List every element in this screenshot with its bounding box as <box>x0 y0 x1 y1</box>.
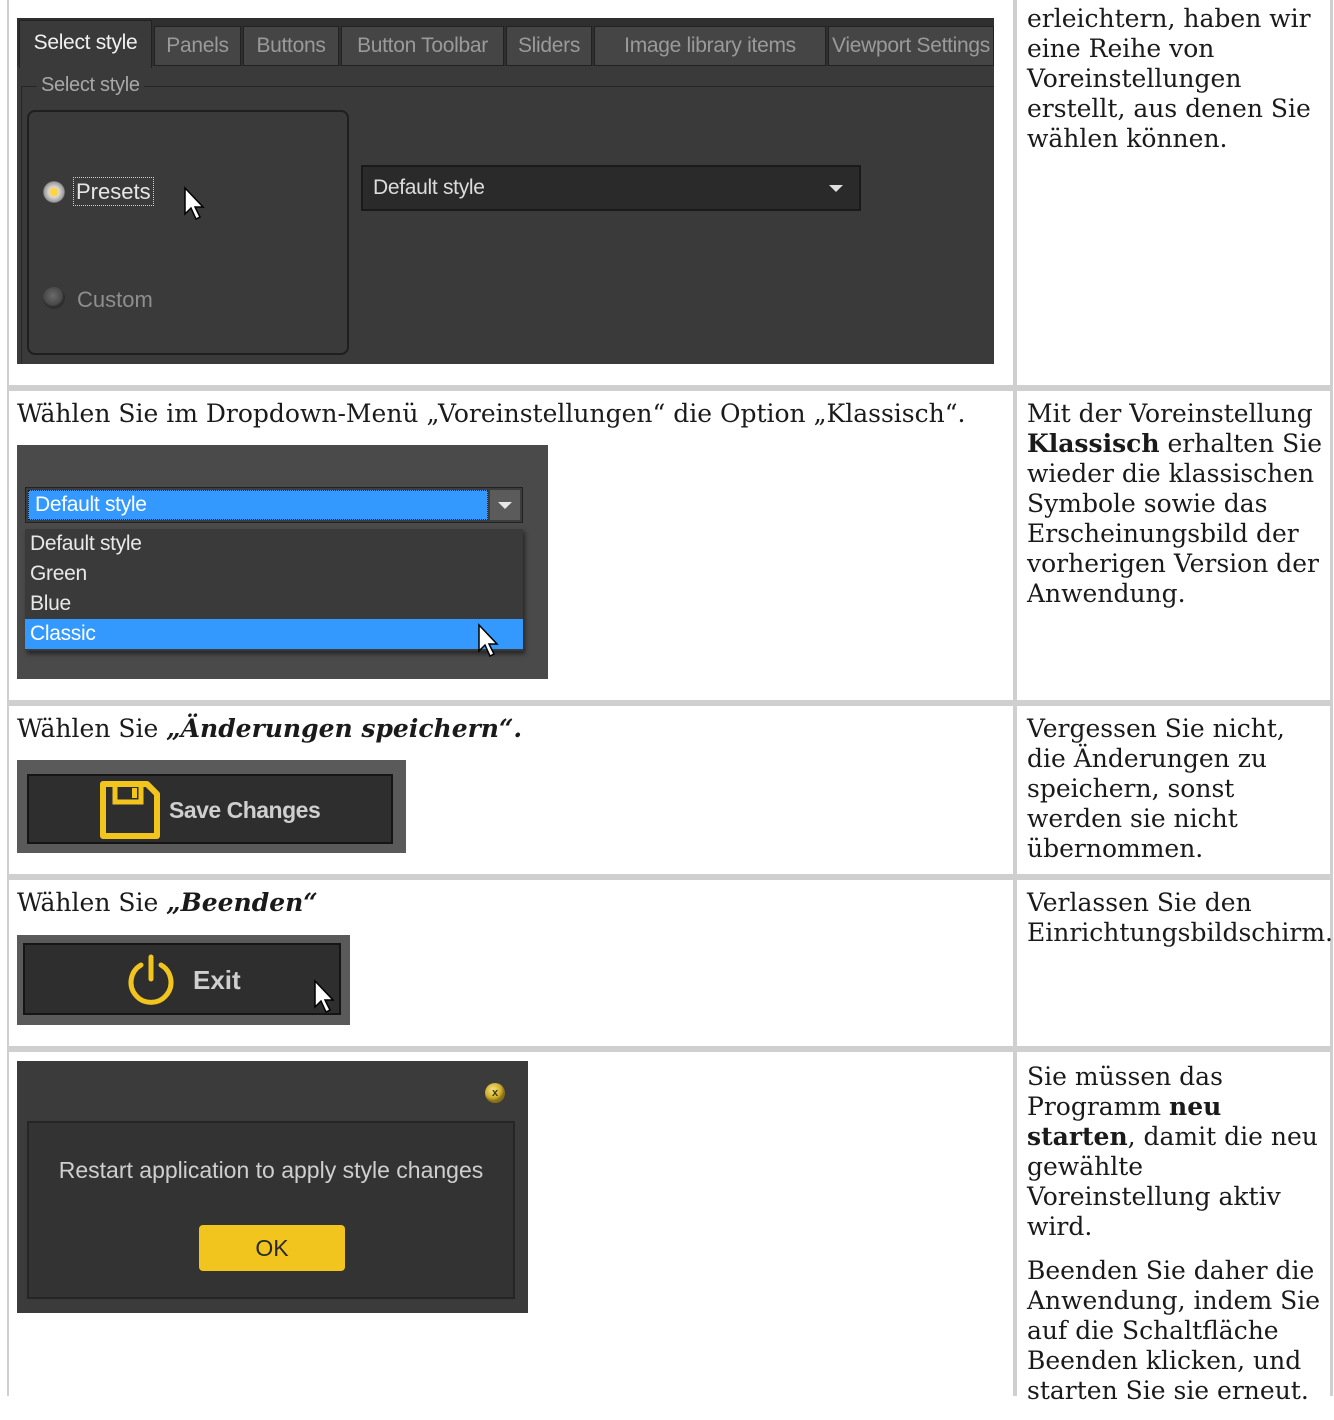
side-text-row4: Verlassen Sie den Einrichtungsbildschirm… <box>1027 888 1334 947</box>
floppy-disk-icon <box>100 781 160 839</box>
instruction-row3: Wählen Sie „Änderungen speichern“. <box>17 714 523 743</box>
power-icon <box>128 954 174 1005</box>
mouse-pointer-icon <box>314 979 335 1014</box>
dropdown-button[interactable] <box>490 490 520 520</box>
tab-panels[interactable]: Panels <box>154 26 241 66</box>
close-icon[interactable]: x <box>485 1083 505 1103</box>
tab-button-toolbar[interactable]: Button Toolbar <box>341 26 504 66</box>
table-left-border <box>7 0 9 1396</box>
dropdown-option-classic[interactable]: Classic <box>25 619 523 649</box>
dropdown-option[interactable]: Blue <box>25 589 523 619</box>
dialog-message: Restart application to apply style chang… <box>58 1157 484 1183</box>
tab-image-library-items[interactable]: Image library items <box>594 26 826 66</box>
dropdown-option[interactable]: Default style <box>25 529 523 559</box>
radio-presets[interactable] <box>43 181 65 203</box>
exit-button[interactable]: Exit <box>23 943 341 1015</box>
tab-sliders[interactable]: Sliders <box>506 26 592 66</box>
tab-select-style[interactable]: Select style <box>19 20 152 68</box>
style-mode-radio-group: Presets Custom <box>27 110 349 355</box>
row-divider-4 <box>7 1046 1333 1052</box>
exit-screenshot: Exit <box>17 935 350 1025</box>
radio-custom-label[interactable]: Custom <box>77 287 153 313</box>
save-changes-label: Save Changes <box>169 797 321 823</box>
save-changes-button[interactable]: Save Changes <box>27 774 393 844</box>
restart-dialog: Restart application to apply style chang… <box>27 1121 515 1299</box>
instruction-row2: Wählen Sie im Dropdown-Menü „Voreinstell… <box>17 399 966 428</box>
row-divider-1 <box>7 385 1333 391</box>
radio-custom[interactable] <box>43 287 65 309</box>
dropdown-list: Default style Green Blue Classic <box>25 529 523 651</box>
chevron-down-icon <box>498 502 512 509</box>
radio-presets-label[interactable]: Presets <box>73 177 154 206</box>
exit-label: Exit <box>193 965 241 995</box>
side-text-row3: Vergessen Sie nicht, die Änderungen zu s… <box>1027 714 1285 863</box>
mouse-pointer-icon <box>478 623 499 658</box>
save-changes-screenshot: Save Changes <box>17 760 406 853</box>
tab-buttons[interactable]: Buttons <box>243 26 339 66</box>
side-text-row1: erleichtern, haben wir eine Reihe von Vo… <box>1027 4 1311 153</box>
restart-dialog-screenshot: x Restart application to apply style cha… <box>17 1061 528 1313</box>
group-label: Select style <box>37 74 144 97</box>
side-text-row5: Sie müssen das Programm neu starten, dam… <box>1027 1062 1321 1405</box>
side-text-row2: Mit der Voreinstellung Klassisch erhalte… <box>1027 399 1323 608</box>
instruction-table: Select style Panels Buttons Button Toolb… <box>0 0 1334 1405</box>
preset-combo[interactable]: Default style <box>25 487 523 523</box>
table-column-divider <box>1013 0 1017 1396</box>
dropdown-screenshot: Default style Default style Green Blue C… <box>17 445 548 679</box>
style-preset-dropdown[interactable]: Default style <box>361 165 861 211</box>
tab-viewport-settings[interactable]: Viewport Settings <box>828 26 994 66</box>
style-preset-value: Default style <box>373 176 485 199</box>
preset-combo-value: Default style <box>28 490 488 520</box>
style-settings-screenshot: Select style Panels Buttons Button Toolb… <box>17 18 994 364</box>
instruction-row4: Wählen Sie „Beenden“ <box>17 888 318 917</box>
table-right-border <box>1330 0 1333 1396</box>
mouse-pointer-icon <box>184 186 205 221</box>
chevron-down-icon <box>829 185 843 192</box>
ok-button[interactable]: OK <box>199 1225 345 1271</box>
dropdown-option[interactable]: Green <box>25 559 523 589</box>
row-divider-2 <box>7 700 1333 706</box>
